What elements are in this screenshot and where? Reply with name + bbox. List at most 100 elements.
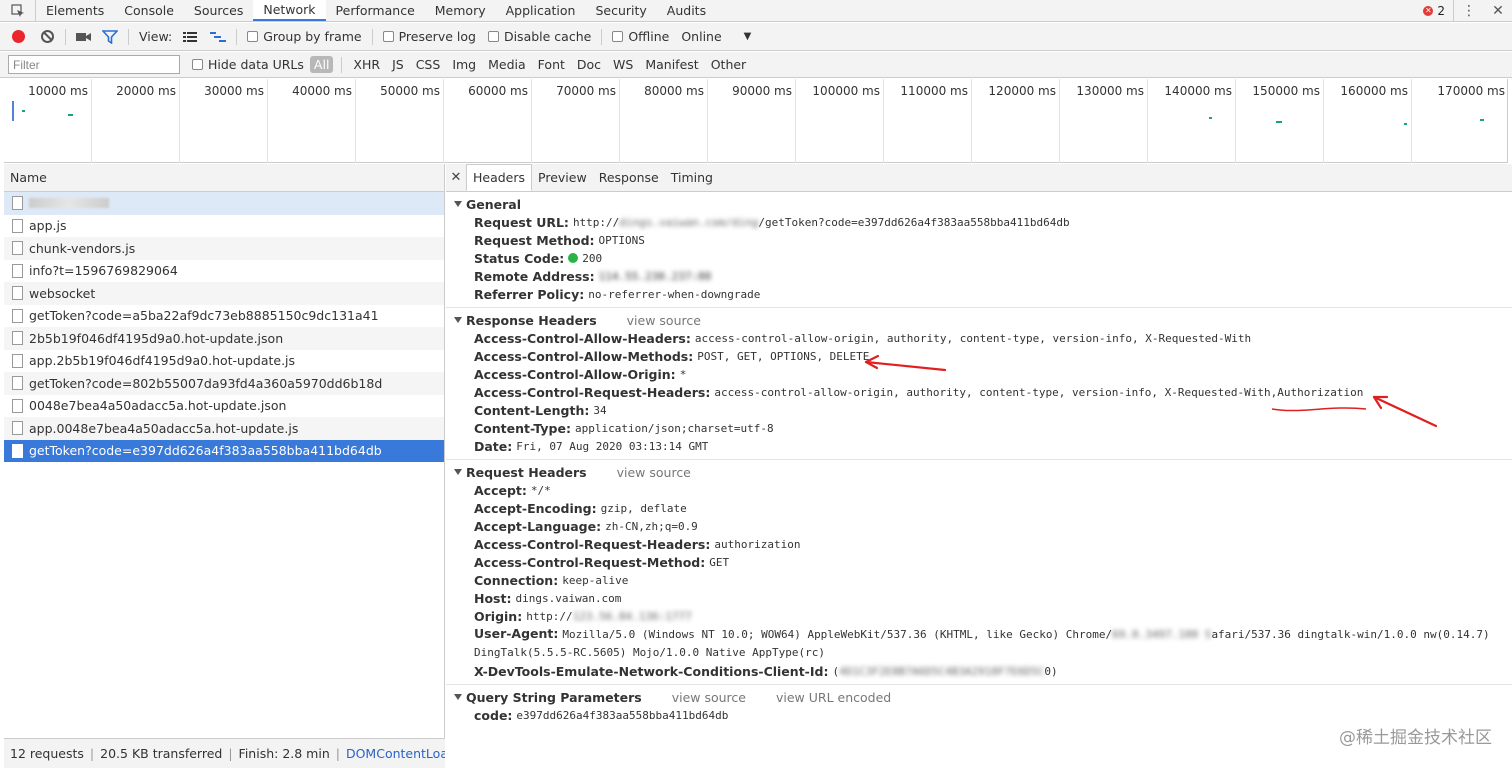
view-source-link[interactable]: view source — [617, 465, 691, 480]
overview-tick: 20000 ms — [116, 84, 176, 98]
tab-performance[interactable]: Performance — [326, 0, 425, 21]
offline-label: Offline — [628, 29, 670, 44]
header-row: Content-Type: application/json;charset=ut… — [446, 419, 1512, 437]
user-agent-part: Mozilla/5.0 (Windows NT 10.0; WOW64) App… — [562, 628, 1113, 641]
clear-button[interactable] — [39, 29, 55, 45]
header-value: dings.vaiwan.com — [515, 591, 622, 605]
header-row: Access-Control-Allow-Methods: POST, GET, … — [446, 347, 1512, 365]
query-params-title: Query String Parameters — [466, 689, 642, 705]
tab-preview[interactable]: Preview — [532, 164, 593, 191]
offline-checkbox[interactable]: Offline — [612, 29, 669, 44]
filter-type-manifest[interactable]: Manifest — [642, 56, 701, 73]
waterfall-icon[interactable] — [210, 29, 227, 45]
header-value: http://dings.vaiwan.com/ding/getToken?co… — [573, 216, 1070, 229]
header-value: OPTIONS — [598, 233, 645, 247]
preserve-log-checkbox[interactable]: Preserve log — [382, 29, 476, 44]
request-row[interactable]: chunk-vendors.js — [4, 237, 444, 260]
large-rows-icon[interactable] — [182, 29, 198, 45]
request-name: app.2b5b19f046df4195d9a0.hot-update.js — [29, 353, 296, 369]
header-value: GET — [709, 555, 730, 569]
capture-screenshots-icon[interactable] — [76, 29, 92, 45]
overview-tick: 170000 ms — [1437, 84, 1505, 98]
filter-type-js[interactable]: JS — [389, 56, 407, 73]
document-icon — [12, 241, 23, 256]
request-headers-toggle[interactable]: Request Headers view source — [446, 463, 1512, 481]
tab-headers[interactable]: Headers — [466, 164, 533, 191]
watermark: @稀土掘金技术社区 — [1339, 728, 1492, 748]
filter-type-font[interactable]: Font — [535, 56, 568, 73]
request-row[interactable]: getToken?code=a5ba22af9dc73eb8885150c9dc… — [4, 305, 444, 328]
tab-response[interactable]: Response — [593, 164, 665, 191]
tab-elements[interactable]: Elements — [36, 0, 114, 21]
document-icon — [12, 443, 23, 458]
header-value: zh-CN,zh;q=0.9 — [605, 519, 698, 533]
request-row[interactable]: app.0048e7bea4a50adacc5a.hot-update.js — [4, 417, 444, 440]
view-source-link[interactable]: view source — [627, 313, 701, 328]
group-by-frame-checkbox[interactable]: Group by frame — [247, 29, 362, 44]
document-icon — [12, 218, 23, 233]
error-counter[interactable]: ✕ 2 — [1415, 0, 1454, 21]
filter-icon[interactable] — [102, 29, 118, 45]
origin-prefix: http:// — [526, 609, 573, 623]
close-detail-icon[interactable]: ✕ — [446, 164, 466, 191]
tab-timing[interactable]: Timing — [665, 164, 719, 191]
overview-column: 20000 ms — [92, 79, 180, 163]
request-row[interactable]: getToken?code=802b55007da93fd4a360a5970d… — [4, 372, 444, 395]
status-ok-icon — [568, 253, 579, 263]
header-key: Remote Address: — [474, 268, 595, 284]
filter-type-doc[interactable]: Doc — [574, 56, 604, 73]
redacted-client-id: 4D1C3F2E8B7A6D5C4B3A2918F7E6D5C — [839, 664, 1045, 678]
inspect-element-icon[interactable] — [0, 0, 36, 21]
filter-type-ws[interactable]: WS — [610, 56, 636, 73]
overview-tick: 110000 ms — [900, 84, 968, 98]
header-value: authorization — [714, 537, 801, 551]
query-params-toggle[interactable]: Query String Parameters view source view U… — [446, 688, 1512, 706]
filter-type-media[interactable]: Media — [485, 56, 529, 73]
response-headers-toggle[interactable]: Response Headers view source — [446, 311, 1512, 329]
header-value: access-control-allow-origin, authority, … — [694, 331, 1252, 345]
throttling-select[interactable]: Online ▼ — [681, 29, 751, 44]
request-row[interactable]: info?t=1596769829064 — [4, 260, 444, 283]
overview-column: 130000 ms — [1060, 79, 1148, 163]
tab-console[interactable]: Console — [114, 0, 184, 21]
close-devtools-icon[interactable]: ✕ — [1484, 0, 1512, 21]
request-row[interactable]: 2b5b19f046df4195d9a0.hot-update.json — [4, 327, 444, 350]
filter-type-img[interactable]: Img — [449, 56, 479, 73]
tab-network[interactable]: Network — [253, 0, 326, 21]
request-row[interactable]: app.2b5b19f046df4195d9a0.hot-update.js — [4, 350, 444, 373]
filter-type-all[interactable]: All — [309, 56, 334, 73]
view-url-encoded-link[interactable]: view URL encoded — [776, 690, 891, 705]
filter-type-other[interactable]: Other — [708, 56, 750, 73]
tab-audits[interactable]: Audits — [657, 0, 716, 21]
overview-column: 10000 ms — [4, 79, 92, 163]
request-row[interactable]: app.js — [4, 215, 444, 238]
request-row-selected[interactable]: getToken?code=e397dd626a4f383aa558bba411… — [4, 439, 444, 462]
network-overview-timeline[interactable]: 10000 ms 20000 ms 30000 ms 40000 ms 5000… — [4, 79, 1508, 163]
request-row[interactable] — [4, 192, 444, 215]
hide-data-urls-checkbox[interactable]: Hide data URLs — [192, 57, 304, 72]
disable-cache-checkbox[interactable]: Disable cache — [487, 29, 591, 44]
filter-type-css[interactable]: CSS — [413, 56, 444, 73]
request-row[interactable]: websocket — [4, 282, 444, 305]
header-key: X-DevTools-Emulate-Network-Conditions-Cl… — [474, 663, 829, 679]
filter-input[interactable] — [8, 55, 180, 74]
tab-application[interactable]: Application — [496, 0, 586, 21]
more-options-icon[interactable]: ⋮ — [1454, 0, 1484, 21]
record-button[interactable] — [12, 30, 25, 43]
tab-memory[interactable]: Memory — [425, 0, 496, 21]
general-section-toggle[interactable]: General — [446, 195, 1512, 213]
tab-sources[interactable]: Sources — [184, 0, 253, 21]
overview-request-mark — [1209, 117, 1212, 119]
filter-bar: Hide data URLs All XHR JS CSS Img Media … — [0, 52, 1512, 78]
filter-type-xhr[interactable]: XHR — [350, 56, 383, 73]
header-row: Access-Control-Allow-Origin: * — [446, 365, 1512, 383]
view-source-link[interactable]: view source — [672, 690, 746, 705]
document-icon — [12, 398, 23, 413]
request-row[interactable]: 0048e7bea4a50adacc5a.hot-update.json — [4, 395, 444, 418]
tab-security[interactable]: Security — [585, 0, 656, 21]
error-count: 2 — [1437, 3, 1445, 18]
dom-content-loaded-time: DOMContentLoaded: ... — [345, 746, 445, 761]
name-column-header[interactable]: Name — [4, 164, 444, 192]
header-key: Access-Control-Request-Headers: — [474, 536, 711, 552]
overview-column: 60000 ms — [444, 79, 532, 163]
